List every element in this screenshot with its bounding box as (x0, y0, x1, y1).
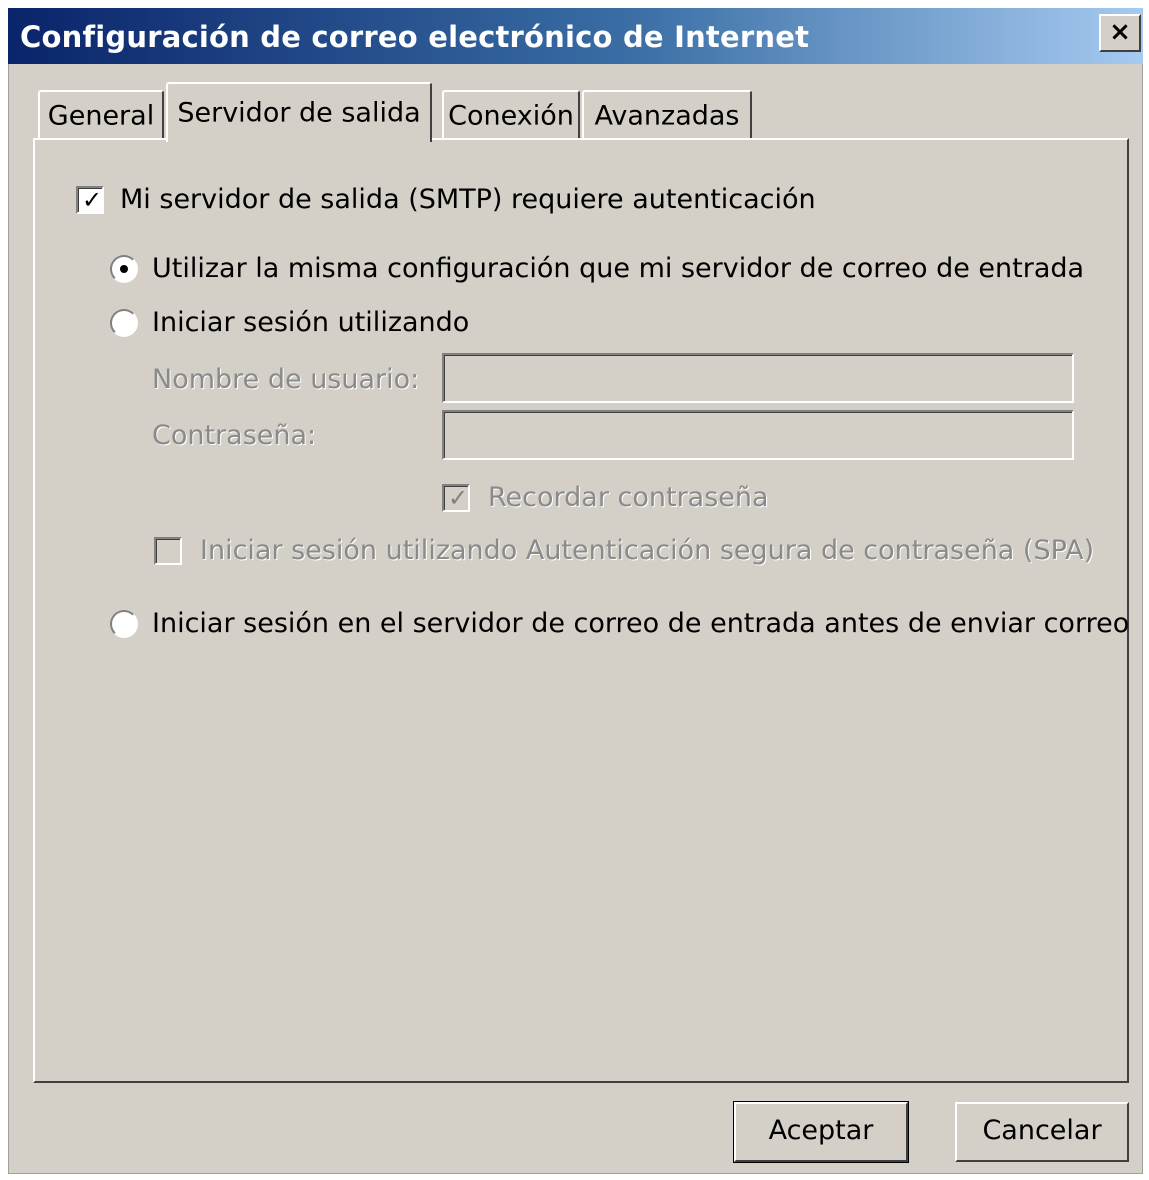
radio-log-on-incoming-first-label: Iniciar sesión en el servidor de correo … (152, 608, 1130, 639)
smtp-auth-checkbox[interactable]: ✓ (76, 186, 104, 214)
radio-log-on-using-label: Iniciar sesión utilizando (152, 307, 470, 338)
tab-conexion[interactable]: Conexión (442, 90, 580, 140)
radio-selected-dot (120, 265, 128, 273)
radio-same-settings[interactable] (110, 255, 138, 283)
tab-conexion-label: Conexión (448, 100, 574, 132)
tab-servidor-de-salida-label: Servidor de salida (177, 97, 421, 129)
spa-label: Iniciar sesión utilizando Autenticación … (200, 535, 1095, 566)
remember-password-checkbox[interactable]: ✓ (442, 484, 470, 512)
checkmark-icon: ✓ (82, 186, 103, 214)
tab-avanzadas[interactable]: Avanzadas (582, 90, 752, 140)
cancel-button[interactable]: Cancelar (955, 1102, 1129, 1162)
radio-same-settings-label: Utilizar la misma configuración que mi s… (152, 253, 1085, 284)
tab-general[interactable]: General (38, 90, 164, 140)
username-field[interactable] (442, 353, 1074, 403)
username-label: Nombre de usuario: (152, 364, 420, 395)
title-bar[interactable]: Configuración de correo electrónico de I… (8, 8, 1143, 64)
checkmark-icon: ✓ (448, 484, 469, 512)
spa-checkbox[interactable] (154, 537, 182, 565)
smtp-auth-label: Mi servidor de salida (SMTP) requiere au… (120, 184, 816, 215)
remember-password-label: Recordar contraseña (488, 482, 769, 513)
close-button[interactable]: × (1099, 14, 1141, 52)
window-title: Configuración de correo electrónico de I… (20, 20, 810, 54)
tab-servidor-de-salida[interactable]: Servidor de salida (166, 82, 432, 142)
password-label: Contraseña: (152, 420, 317, 451)
tab-general-label: General (47, 100, 155, 132)
tab-avanzadas-label: Avanzadas (594, 100, 740, 132)
ok-button[interactable]: Aceptar (733, 1101, 909, 1163)
password-field[interactable] (442, 410, 1074, 460)
radio-log-on-using[interactable] (110, 309, 138, 337)
radio-log-on-incoming-first[interactable] (110, 610, 138, 638)
